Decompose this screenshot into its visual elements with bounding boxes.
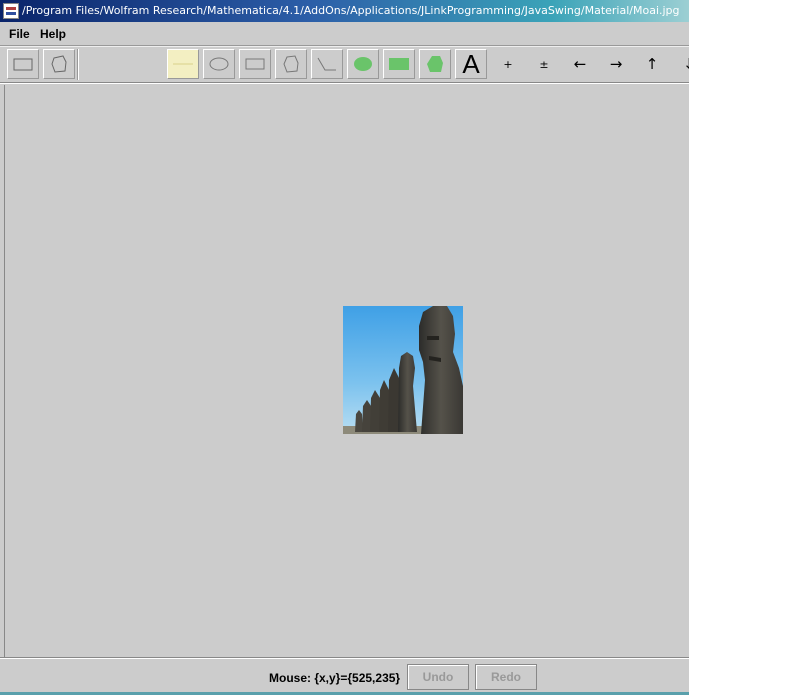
filled-ellipse-icon — [354, 57, 372, 71]
polyline-tool-button[interactable] — [311, 49, 343, 79]
move-left-button[interactable]: ← — [564, 49, 596, 79]
filled-rectangle-icon — [389, 58, 409, 70]
rectangle-tool-button[interactable] — [239, 49, 271, 79]
redo-button[interactable]: Redo — [475, 664, 537, 690]
plus-minus-icon: ± — [539, 57, 549, 71]
app-icon[interactable] — [3, 3, 19, 19]
freeform-outline-icon — [51, 55, 67, 73]
application-window: /Program Files/Wolfram Research/Mathemat… — [0, 0, 689, 695]
plus-icon: + — [503, 57, 513, 71]
line-tool-button[interactable] — [167, 49, 199, 79]
title-bar[interactable]: /Program Files/Wolfram Research/Mathemat… — [0, 0, 689, 22]
window-title: /Program Files/Wolfram Research/Mathemat… — [22, 4, 680, 17]
toolbar: A + ± ← → ↑ ↓ — [0, 47, 689, 82]
menu-bar: File Help — [0, 24, 689, 44]
filled-ellipse-tool-button[interactable] — [347, 49, 379, 79]
menu-file[interactable]: File — [9, 27, 30, 41]
plus-minus-button[interactable]: ± — [528, 49, 560, 79]
text-icon: A — [462, 48, 480, 79]
polygon-outline-icon — [283, 55, 299, 73]
toolbar-divider-bottom — [0, 82, 689, 84]
move-up-button[interactable]: ↑ — [636, 49, 668, 79]
arrow-right-icon: → — [609, 55, 623, 73]
ellipse-outline-icon — [209, 57, 229, 71]
polyline-icon — [317, 57, 336, 71]
rectangle-outline-icon — [13, 58, 33, 71]
line-icon — [173, 63, 193, 65]
filled-rectangle-tool-button[interactable] — [383, 49, 415, 79]
ellipse-tool-button[interactable] — [203, 49, 235, 79]
status-bar: Mouse: {x,y}={525,235} Undo Redo — [0, 659, 689, 695]
polygon-tool-button[interactable] — [275, 49, 307, 79]
arrow-left-icon: ← — [573, 55, 587, 73]
select-rectangle-button[interactable] — [7, 49, 39, 79]
arrow-up-icon: ↑ — [645, 55, 659, 73]
move-right-button[interactable]: → — [600, 49, 632, 79]
menu-help[interactable]: Help — [40, 27, 66, 41]
arrow-down-icon: ↓ — [683, 55, 689, 73]
text-tool-button[interactable]: A — [455, 49, 487, 79]
select-freeform-button[interactable] — [43, 49, 75, 79]
rectangle-outline-icon — [245, 58, 265, 70]
mouse-coordinates: Mouse: {x,y}={525,235} — [269, 671, 401, 685]
move-down-button[interactable]: ↓ — [672, 49, 689, 79]
moai-image[interactable] — [343, 306, 463, 434]
undo-button[interactable]: Undo — [407, 664, 469, 690]
moai-photo-graphic — [343, 306, 463, 434]
filled-polygon-icon — [427, 56, 443, 72]
filled-polygon-tool-button[interactable] — [419, 49, 451, 79]
enlarge-button[interactable]: + — [492, 49, 524, 79]
toolbar-divider — [77, 49, 79, 80]
